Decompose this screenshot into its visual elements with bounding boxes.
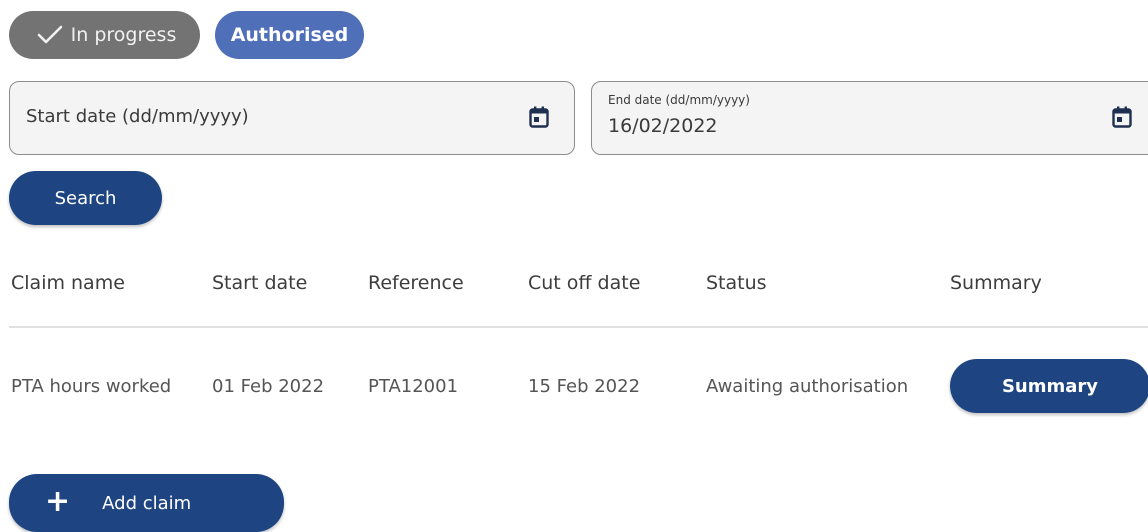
summary-button-label: Summary (1001, 375, 1099, 397)
plus-icon: + (45, 483, 71, 519)
search-button[interactable]: Search (9, 171, 162, 225)
calendar-icon[interactable] (1112, 106, 1132, 128)
end-date-field[interactable]: End date (dd/mm/yyyy) 16/02/2022 (591, 81, 1148, 155)
calendar-icon[interactable] (529, 106, 549, 128)
cell-start-date: 01 Feb 2022 (212, 376, 325, 397)
end-date-label: End date (dd/mm/yyyy) (608, 93, 750, 107)
cell-reference: PTA12001 (368, 376, 459, 397)
column-header-claim-name: Claim name (11, 272, 125, 294)
filter-chip-authorised-label: Authorised (230, 24, 349, 46)
end-date-value: 16/02/2022 (608, 115, 718, 137)
column-header-cut-off-date: Cut off date (528, 272, 641, 294)
cell-claim-name: PTA hours worked (11, 376, 172, 397)
filter-chip-in-progress-label: In progress (70, 24, 177, 46)
column-header-status: Status (706, 272, 767, 294)
filter-chip-in-progress[interactable]: In progress (9, 11, 200, 59)
search-button-label: Search (54, 187, 117, 209)
start-date-placeholder: Start date (dd/mm/yyyy) (26, 106, 249, 127)
start-date-field[interactable]: Start date (dd/mm/yyyy) (9, 81, 575, 155)
summary-button[interactable]: Summary (950, 359, 1148, 413)
filter-chip-authorised[interactable]: Authorised (215, 11, 364, 59)
add-claim-button[interactable]: + Add claim (9, 474, 284, 532)
cell-status: Awaiting authorisation (706, 376, 909, 397)
cell-cut-off-date: 15 Feb 2022 (528, 376, 641, 397)
column-header-summary: Summary (950, 272, 1042, 294)
add-claim-label: Add claim (102, 492, 192, 514)
checkmark-icon (37, 25, 62, 44)
column-header-reference: Reference (368, 272, 464, 294)
column-header-start-date: Start date (212, 272, 308, 294)
table-header-divider (9, 326, 1148, 328)
